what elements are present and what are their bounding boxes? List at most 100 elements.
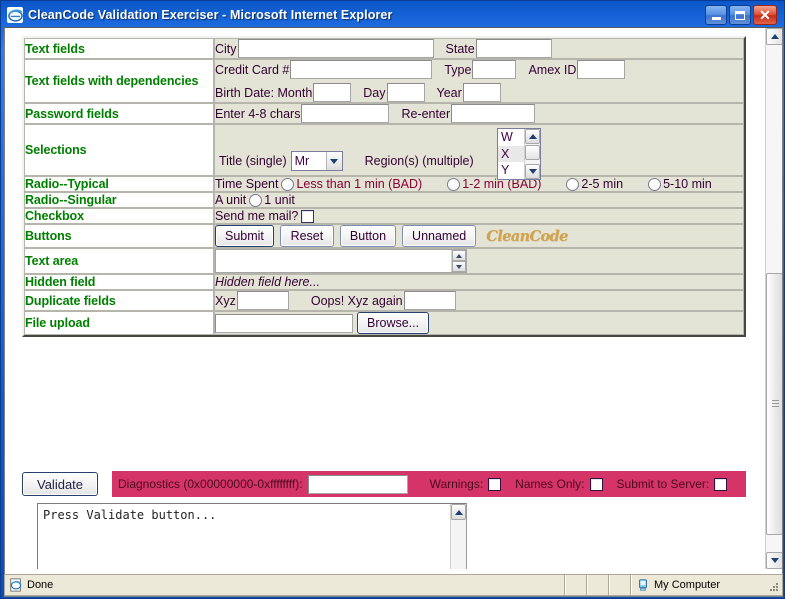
cleancode-logo: CleanCode [486,227,568,245]
reset-button[interactable]: Reset [279,225,334,247]
xyz-input[interactable] [236,291,289,310]
a-unit-label: A unit [215,193,247,207]
comment-textarea-body[interactable] [216,250,451,272]
hidden-field-note: Hidden field here... [215,275,320,289]
scrollbar-track[interactable] [766,45,782,552]
status-pane-2 [588,575,610,595]
birth-day-input[interactable] [386,83,425,102]
field-line: City State [215,39,743,58]
comment-textarea[interactable] [215,249,467,273]
status-bar: Done My Computer [4,574,783,596]
submit-button[interactable]: Submit [215,225,274,247]
output-scroll-up-button[interactable] [451,504,466,520]
amex-id-input[interactable] [577,60,626,79]
birth-date-month-label: Birth Date: Month [215,85,313,100]
file-path-input[interactable] [215,313,353,333]
browse-button[interactable]: Browse... [357,312,430,334]
city-label: City [215,41,237,56]
close-button[interactable]: ✕ [753,5,777,25]
table-row: Text fields City State [24,38,744,59]
field-line: Send me mail? [215,209,743,223]
field-line: Credit Card # Type Amex ID [215,60,743,79]
table-row: Hidden field Hidden field here... [24,274,744,290]
password-input[interactable] [301,104,390,123]
birth-year-label: Year [436,85,462,100]
names-only-checkbox[interactable] [589,477,603,491]
field-line: Birth Date: Month Day Year [215,83,743,102]
xyz-again-input[interactable] [403,291,456,310]
row-fields: Browse... [214,311,744,335]
city-input[interactable] [237,39,434,58]
time-spent-radio-1[interactable] [281,177,295,191]
listbox-scroll-thumb[interactable] [525,145,540,160]
browser-client-area: Text fields City State Text fields with … [4,27,783,597]
status-text: Done [27,579,54,591]
time-spent-radio-2[interactable] [447,177,461,191]
listbox-scroll-down-button[interactable] [525,164,540,179]
maximize-button[interactable] [729,5,751,25]
textarea-scrollbar[interactable] [451,250,466,272]
scroll-down-button[interactable] [766,552,782,569]
window-controls: ✕ [705,5,777,25]
chevron-down-icon [770,558,779,563]
row-fields: Hidden field here... [214,274,744,290]
time-spent-radio-4[interactable] [648,177,662,191]
credit-card-input[interactable] [290,60,433,79]
unnamed-button[interactable]: Unnamed [402,225,477,247]
chevron-down-icon [528,169,537,174]
state-input[interactable] [475,39,552,58]
diagnostics-strip: Diagnostics (0x00000000-0xffffffff): War… [112,471,746,497]
table-row: Duplicate fields Xyz Oops! Xyz again [24,290,744,311]
table-row: Radio--Singular A unit 1 unit [24,192,744,208]
listbox-scrollbar[interactable] [524,129,540,179]
send-mail-checkbox[interactable] [301,209,315,223]
password-label: Enter 4-8 chars [215,106,301,121]
birth-day-label: Day [363,85,386,100]
region-option-x[interactable]: X [498,145,524,163]
a-unit-radio[interactable] [249,193,263,207]
credit-card-label: Credit Card # [215,62,290,77]
scroll-up-button[interactable] [766,28,782,45]
warnings-label: Warnings: [429,477,484,491]
region-listbox[interactable]: W X Y [497,128,541,180]
row-label: File upload [24,311,214,335]
resize-grip-icon[interactable] [768,581,780,593]
output-text[interactable]: Press Validate button... [38,504,450,569]
title-select[interactable]: Mr [290,151,343,171]
region-option-w[interactable]: W [498,129,524,146]
textarea-scroll-up-button[interactable] [452,250,466,261]
validate-button[interactable]: Validate [22,472,99,496]
output-textarea[interactable]: Press Validate button... [37,503,467,569]
generic-button[interactable]: Button [339,225,397,247]
row-label: Radio--Typical [24,176,214,192]
page-scrollbar[interactable] [765,28,782,569]
row-fields: Xyz Oops! Xyz again [214,290,744,311]
title-select-arrow[interactable] [325,152,342,170]
chevron-up-icon [454,509,463,515]
birth-year-input[interactable] [462,83,501,102]
close-icon: ✕ [759,7,771,23]
warnings-checkbox[interactable] [488,477,502,491]
card-type-input[interactable] [472,60,517,79]
output-scrollbar[interactable] [450,504,466,569]
password-confirm-input[interactable] [451,104,536,123]
time-spent-radio-3[interactable] [566,177,580,191]
status-pane-3 [610,575,632,595]
row-fields: Send me mail? [214,208,744,224]
birth-month-input[interactable] [313,83,352,102]
time-spent-option-1-label: Less than 1 min (BAD) [296,177,423,191]
submit-to-server-checkbox[interactable] [714,477,728,491]
field-line: Submit Reset Button Unnamed CleanCode [215,225,743,247]
scrollbar-thumb[interactable] [766,273,782,535]
diagnostics-input[interactable] [307,474,408,494]
row-label: Hidden field [24,274,214,290]
listbox-scroll-up-button[interactable] [525,129,540,144]
row-fields [214,248,744,274]
table-row: Buttons Submit Reset Button Unnamed Clea… [24,224,744,248]
row-label: Buttons [24,224,214,248]
region-option-y[interactable]: Y [498,162,524,179]
minimize-button[interactable] [705,5,727,25]
maximize-icon [735,10,745,20]
textarea-scroll-down-button[interactable] [452,261,466,272]
page-done-icon [9,578,23,592]
